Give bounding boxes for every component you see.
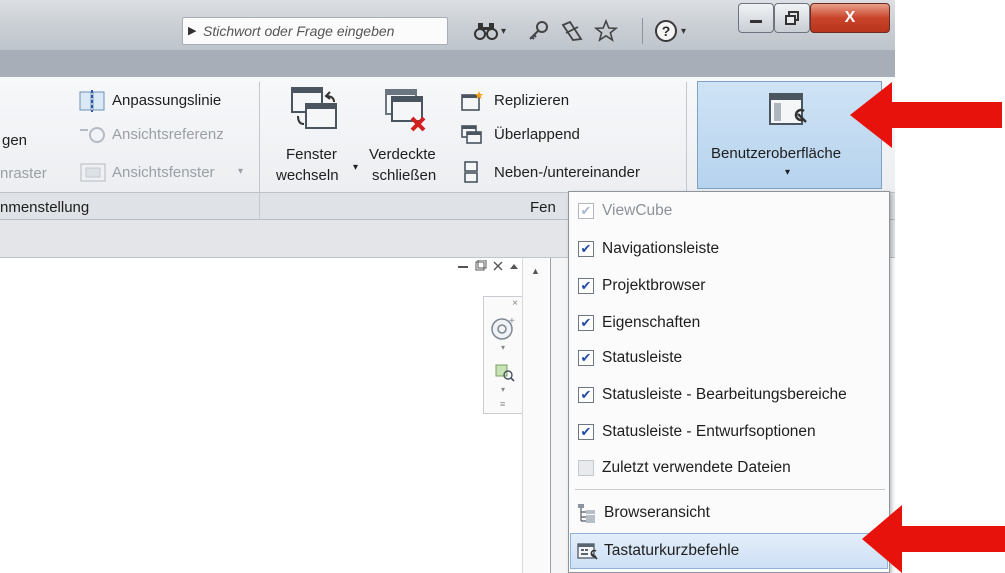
menu-item-keyboard-shortcuts[interactable]: Tastaturkurzbefehle xyxy=(570,533,888,569)
ribbon-partial-label-1: gen xyxy=(2,132,28,149)
chevron-down-icon[interactable]: ▾ xyxy=(501,343,505,352)
toolbar-separator xyxy=(642,18,643,44)
menu-item-status-bar-design-options[interactable]: ✔ Statusleiste - Entwurfsoptionen xyxy=(570,414,888,450)
switch-windows-icon xyxy=(290,86,338,136)
close-hidden-label-1[interactable]: Verdeckte xyxy=(369,146,436,163)
chevron-down-icon: ▾ xyxy=(785,167,791,178)
keyboard-shortcuts-icon xyxy=(576,540,600,562)
star-icon[interactable] xyxy=(594,18,618,44)
menu-item-navigation-bar[interactable]: ✔ Navigationsleiste xyxy=(570,231,888,267)
tile-icon xyxy=(460,160,484,188)
close-button[interactable]: X xyxy=(810,3,890,33)
checkbox-checked-icon[interactable]: ✔ xyxy=(578,203,594,219)
menu-item-project-browser[interactable]: ✔ Projektbrowser xyxy=(570,268,888,304)
panel-separator xyxy=(259,82,260,220)
replicate-icon xyxy=(460,90,484,116)
checkbox-checked-icon[interactable]: ✔ xyxy=(578,278,594,294)
menu-item-label: Statusleiste - Bearbeitungsbereiche xyxy=(602,386,847,403)
browser-organization-icon xyxy=(576,502,598,524)
chevron-down-icon[interactable]: ▾ xyxy=(501,26,506,37)
close-icon[interactable]: × xyxy=(512,298,518,309)
menu-item-label: Navigationsleiste xyxy=(602,240,720,257)
chevron-down-icon[interactable]: ▾ xyxy=(353,162,358,173)
search-expand-arrow-icon[interactable]: ▶ xyxy=(188,24,196,37)
switch-windows-label-1[interactable]: Fenster xyxy=(286,146,337,163)
checkbox-unchecked-icon[interactable] xyxy=(578,460,594,476)
user-interface-menu: ✔ ViewCube ✔ Navigationsleiste ✔ Projekt… xyxy=(568,191,890,573)
menu-item-properties[interactable]: ✔ Eigenschaften xyxy=(570,305,888,341)
checkbox-checked-icon[interactable]: ✔ xyxy=(578,424,594,440)
binoculars-icon[interactable]: ▾ xyxy=(474,18,506,44)
checkbox-checked-icon[interactable]: ✔ xyxy=(578,241,594,257)
menu-item-viewcube[interactable]: ✔ ViewCube xyxy=(570,193,888,229)
menu-item-label: Projektbrowser xyxy=(602,277,706,294)
cascade-button[interactable]: Überlappend xyxy=(494,126,580,143)
matchline-icon xyxy=(79,90,105,116)
matchline-button[interactable]: Anpassungslinie xyxy=(112,92,221,109)
close-hidden-label-2[interactable]: schließen xyxy=(372,167,436,184)
chevron-down-icon[interactable]: ▾ xyxy=(681,26,686,37)
checkbox-checked-icon[interactable]: ✔ xyxy=(578,387,594,403)
scroll-up-icon[interactable]: ▲ xyxy=(531,266,540,276)
menu-item-label: Eigenschaften xyxy=(602,314,701,331)
svg-text:?: ? xyxy=(662,23,671,39)
steering-wheel-icon[interactable]: + xyxy=(489,315,517,345)
menu-item-label: Browseransicht xyxy=(604,504,710,521)
help-icon[interactable]: ? ▾ xyxy=(654,18,686,44)
view-reference-button[interactable]: Ansichtsreferenz xyxy=(112,126,224,143)
ribbon-tab-strip xyxy=(0,50,895,77)
close-icon: X xyxy=(844,9,856,26)
menu-item-label: ViewCube xyxy=(602,202,673,219)
search-input[interactable] xyxy=(203,21,443,41)
menu-item-label: Statusleiste xyxy=(602,349,683,366)
close-hidden-icon xyxy=(384,88,430,138)
user-interface-label: Benutzeroberfläche xyxy=(711,145,842,162)
viewport-icon xyxy=(80,162,106,188)
cascade-icon xyxy=(460,124,484,150)
menu-item-recent-files[interactable]: Zuletzt verwendete Dateien xyxy=(570,450,888,486)
menu-item-status-bar-worksets[interactable]: ✔ Statusleiste - Bearbeitungsbereiche xyxy=(570,377,888,413)
drawing-area[interactable] xyxy=(0,258,560,573)
minimize-button[interactable] xyxy=(738,3,774,33)
vertical-scrollbar[interactable]: ▲ xyxy=(522,258,548,573)
checkbox-checked-icon[interactable]: ✔ xyxy=(578,350,594,366)
title-bar: ▶ ▾ ? ▾ X xyxy=(0,0,895,50)
annotation-arrow-icon xyxy=(850,82,1002,152)
checkbox-checked-icon[interactable]: ✔ xyxy=(578,315,594,331)
menu-item-label: Tastaturkurzbefehle xyxy=(604,542,740,559)
menu-item-label: Zuletzt verwendete Dateien xyxy=(602,459,791,476)
navigation-bar[interactable]: × + ▾ ▾ ≡ xyxy=(483,296,523,414)
annotation-arrow-icon xyxy=(862,505,1005,573)
svg-text:+: + xyxy=(509,316,515,327)
menu-item-browser-organization[interactable]: Browseransicht xyxy=(570,495,888,531)
panel-title-window: Fen xyxy=(530,199,556,216)
key-icon[interactable] xyxy=(526,18,550,44)
menu-separator xyxy=(575,489,885,490)
replicate-button[interactable]: Replizieren xyxy=(494,92,569,109)
menu-item-label: Statusleiste - Entwurfsoptionen xyxy=(602,423,816,440)
chevron-down-icon[interactable]: ▾ xyxy=(238,166,243,177)
satellite-icon[interactable] xyxy=(560,18,584,44)
restore-button[interactable] xyxy=(774,3,810,33)
tile-button[interactable]: Neben-/untereinander xyxy=(494,164,640,181)
customize-icon[interactable]: ≡ xyxy=(500,399,505,409)
view-window-controls[interactable] xyxy=(456,259,520,275)
switch-windows-label-2[interactable]: wechseln xyxy=(276,167,339,184)
viewport-button[interactable]: Ansichtsfenster xyxy=(112,164,215,181)
chevron-down-icon[interactable]: ▾ xyxy=(501,385,505,394)
panel-title-left: nmenstellung xyxy=(0,199,90,216)
ribbon-partial-label-2: nraster xyxy=(0,165,47,182)
zoom-region-icon[interactable] xyxy=(494,363,516,387)
menu-item-status-bar[interactable]: ✔ Statusleiste xyxy=(570,340,888,376)
search-box[interactable]: ▶ xyxy=(182,17,448,45)
view-reference-icon xyxy=(80,124,106,150)
user-interface-icon xyxy=(768,92,810,136)
